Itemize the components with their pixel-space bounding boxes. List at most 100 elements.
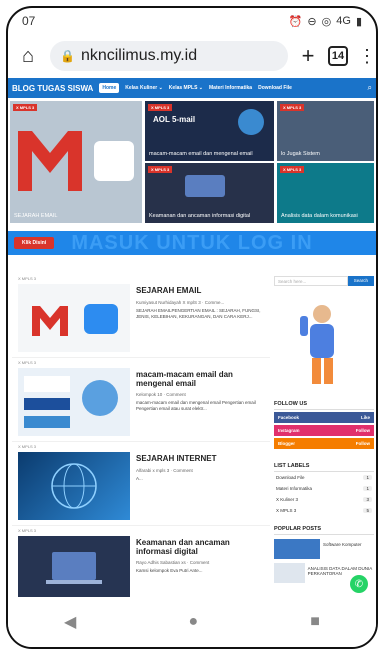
popular-thumbnail [274,563,305,583]
post-thumbnail[interactable] [18,452,130,520]
label-item[interactable]: Download File 1 [274,472,374,483]
tile-caption: Keamanan dan ancaman informasi digital [149,213,251,219]
tile-tag: X MPLS 3 [148,104,173,111]
instagram-button[interactable]: Instagram Follow [274,425,374,436]
popular-item-title: Software Komputer [323,542,362,547]
lock-icon: 🔒 [60,49,75,63]
menu-kebab-icon[interactable]: ⋮ [358,46,376,67]
label-name: X MPLS 3 [276,508,297,513]
login-button[interactable]: Klik Disini [14,237,55,249]
list-item[interactable]: X MPLS 3 macam-macam email dan mengenal … [12,358,270,442]
site-navbar: BLOG TUGAS SISWA Home Kelas Kuliner ⌄ Ke… [8,78,376,98]
recents-icon[interactable]: ■ [310,613,320,631]
post-list: X MPLS 3 SEJARAH EMAIL Kumiyasut Nurhida… [12,274,270,610]
minus-circle-icon: ⊖ [307,15,317,28]
label-count: 3 [363,497,372,502]
nav-download-file[interactable]: Download File [258,85,292,91]
nav-kelas-mpls[interactable]: Kelas MPLS ⌄ [169,85,203,91]
tab-switcher-button[interactable]: 14 [328,46,348,66]
status-time: 07 [22,14,36,28]
label-item[interactable]: Materi Informatika 1 [274,483,374,494]
user-avatar-icon [238,109,264,135]
post-tag: X MPLS 3 [18,528,37,533]
url-text: nkncilimus.my.id [80,47,198,64]
featured-grid: X MPLS 3 SEJARAH EMAIL AOL 5-mail X MPLS… [8,101,376,223]
search-input[interactable]: Search here... [274,276,348,286]
featured-tile[interactable]: X MPLS 3 SEJARAH EMAIL [10,101,142,223]
email-logos-icon [24,376,118,428]
instagram-action: Follow [355,428,370,433]
search-button[interactable]: Search [347,276,374,286]
label-count: 1 [363,486,372,491]
new-tab-button[interactable]: + [298,43,318,69]
post-meta: Rayo Adhis Sabastian xs · Comment [136,560,210,565]
search-icon[interactable]: ⌕ [368,83,372,93]
label-name: X Kuliner 3 [276,497,299,502]
featured-tile[interactable]: X MPLS 3 Keamanan dan ancaman informasi … [145,163,274,223]
post-tag: X MPLS 3 [18,444,37,449]
list-item[interactable]: X MPLS 3 SEJARAH INTERNET Alfarabi x mpl… [12,442,270,526]
blogger-button[interactable]: Blogger Follow [274,438,374,449]
post-title[interactable]: SEJARAH EMAIL [136,286,266,295]
home-circle-icon[interactable]: ● [188,613,198,631]
facebook-label: Facebook [278,415,300,420]
globe-network-icon [51,463,97,509]
label-name: Download File [276,475,305,480]
post-tag: X MPLS 3 [18,360,37,365]
phone-frame: 07 ⏰ ⊖ ◎ 4G ▮ ⌂ 🔒 nkncilimus.my.id + 14 … [6,6,378,649]
login-banner: MASUK UNTUK LOG IN Klik Disini [8,231,376,255]
tile-caption: Analisis data dalam komunikasi [281,213,358,219]
nav-kelas-kuliner[interactable]: Kelas Kuliner ⌄ [125,85,163,91]
home-icon[interactable]: ⌂ [16,45,40,68]
signal-4g-icon: 4G [336,14,351,27]
site-brand[interactable]: BLOG TUGAS SISWA [12,84,93,93]
browser-toolbar: ⌂ 🔒 nkncilimus.my.id + 14 ⋮ [8,34,376,78]
alarm-icon: ⏰ [288,15,303,28]
label-count: 1 [363,475,372,480]
post-excerpt: SEJARAH EMAILPENGERTIAN EMAIL : SEJARAH,… [136,308,261,319]
post-thumbnail[interactable] [18,368,130,436]
label-item[interactable]: X MPLS 3 5 [274,505,374,516]
nav-materi-informatika[interactable]: Materi Informatika [209,85,252,91]
list-item[interactable]: X MPLS 3 SEJARAH EMAIL Kumiyasut Nurhida… [12,274,270,358]
back-icon[interactable]: ◀ [64,612,76,632]
popular-thumbnail [274,539,320,559]
tile-tag: X MPLS 3 [148,166,173,173]
label-name: Materi Informatika [276,486,313,491]
battery-icon: ▮ [355,15,362,28]
post-meta: Kelompok 10 · Comment [136,392,186,397]
follow-title: FOLLOW US [274,401,374,410]
nav-home[interactable]: Home [99,83,120,93]
tile-caption: macam-macam email dan mengenal email [149,151,253,157]
status-bar: 07 ⏰ ⊖ ◎ 4G ▮ [8,8,376,34]
post-thumbnail[interactable] [18,284,130,352]
tile-caption: SEJARAH EMAIL [14,213,58,219]
tile-tag: X MPLS 3 [13,104,38,111]
post-tag: X MPLS 3 [18,276,37,281]
post-meta: Kumiyasut Nurhidayah X mplS 3 · Comme... [136,300,225,305]
post-excerpt: macam-macam email dan mengenal email Pen… [136,400,256,411]
hotspot-icon: ◎ [321,15,332,28]
login-banner-text: MASUK UNTUK LOG IN [71,231,313,254]
post-title[interactable]: macam-macam email dan mengenal email [136,370,266,388]
facebook-button[interactable]: Facebook Like [274,412,374,423]
featured-tile[interactable]: X MPLS 3 Analisis data dalam komunikasi [277,163,374,223]
tile-tag: X MPLS 3 [280,166,305,173]
address-bar[interactable]: 🔒 nkncilimus.my.id [50,41,288,71]
tile-logo: AOL 5-mail [153,115,196,124]
label-item[interactable]: X Kuliner 3 3 [274,494,374,505]
post-title[interactable]: Keamanan dan ancaman informasi digital [136,538,266,556]
laptop-icon [46,552,102,584]
tile-tag: X MPLS 3 [280,104,305,111]
post-thumbnail[interactable] [18,536,130,604]
post-title[interactable]: SEJARAH INTERNET [136,454,266,463]
whatsapp-icon[interactable]: ✆ [350,575,368,593]
featured-tile[interactable]: AOL 5-mail X MPLS 3 macam-macam email da… [145,101,274,161]
character-illustration [300,305,334,384]
facebook-action: Like [360,415,370,420]
email-envelope-icon [32,304,118,336]
popular-item[interactable]: Software Komputer [274,539,374,559]
status-icons: ⏰ ⊖ ◎ 4G ▮ [289,15,362,28]
featured-tile[interactable]: X MPLS 3 lo Jugak Sistem [277,101,374,161]
blogger-action: Follow [355,441,370,446]
